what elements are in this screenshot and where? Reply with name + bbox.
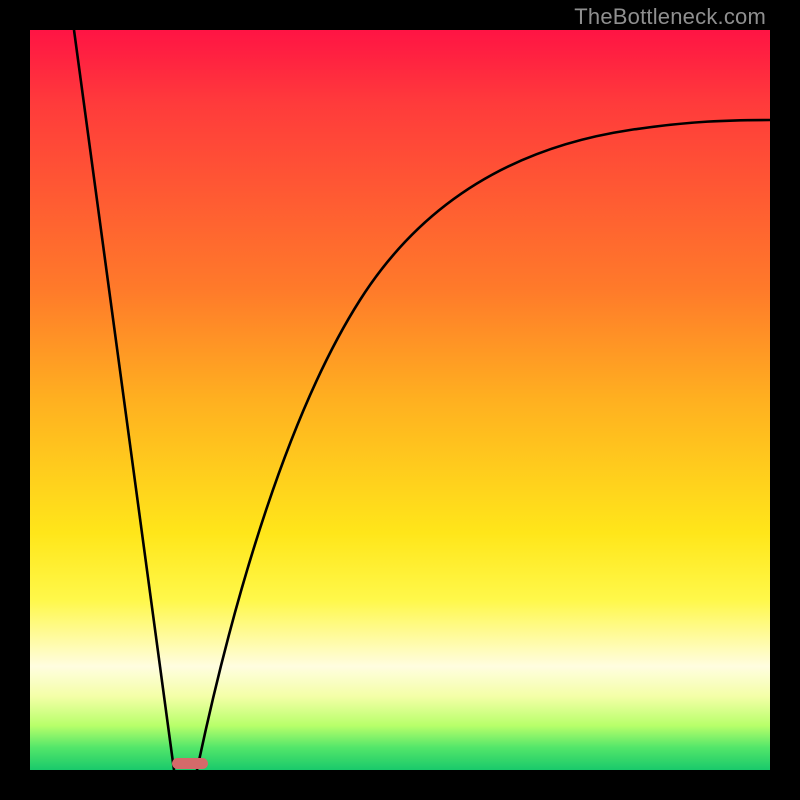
plot-area (30, 30, 770, 770)
curve-layer (30, 30, 770, 770)
watermark-text: TheBottleneck.com (574, 4, 766, 30)
min-marker (172, 758, 208, 769)
curve-right (197, 120, 770, 770)
chart-frame: TheBottleneck.com (0, 0, 800, 800)
curve-left (74, 30, 174, 770)
